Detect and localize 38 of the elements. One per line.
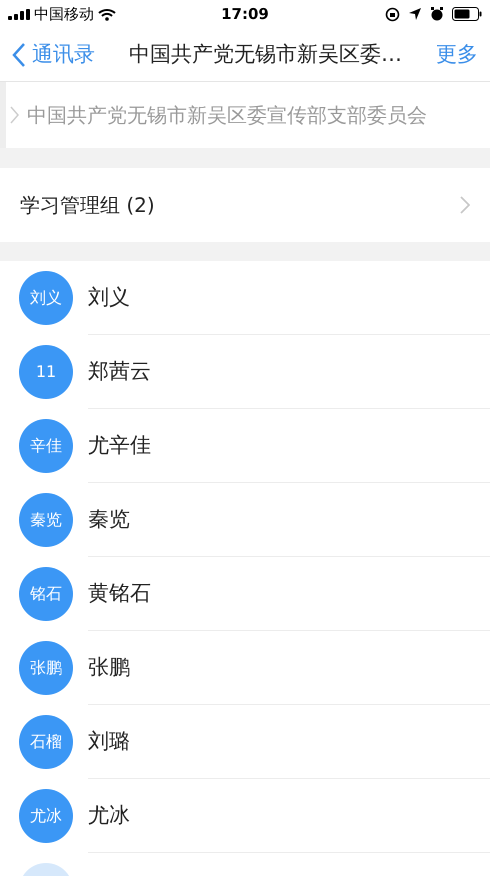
carrier-name: 中国移动 <box>34 4 94 25</box>
contact-name: 刘义 <box>88 284 130 311</box>
contact-avatar: 刘义 <box>19 271 73 325</box>
status-time: 17:09 <box>220 4 270 25</box>
group-label: 学习管理组 (2) <box>20 192 156 219</box>
contact-row[interactable]: 11 郑茜云 <box>0 335 490 409</box>
contact-name: 尤辛佳 <box>88 432 151 459</box>
location-icon <box>408 7 422 21</box>
battery-icon <box>452 7 482 21</box>
contact-avatar: 尤冰 <box>19 789 73 843</box>
contact-avatar: 辛佳 <box>19 419 73 473</box>
breadcrumb-chevron-icon <box>10 106 19 124</box>
contact-name: 张鹏 <box>88 654 130 681</box>
contact-row[interactable]: 石榴 刘璐 <box>0 705 490 779</box>
contact-avatar: 石榴 <box>19 715 73 769</box>
contact-avatar: 张鹏 <box>19 641 73 695</box>
contact-row[interactable]: 张鹏 张鹏 <box>0 631 490 705</box>
contact-avatar: 秦览 <box>19 493 73 547</box>
contact-name: 郑茜云 <box>88 358 151 385</box>
back-chevron-icon <box>12 42 26 68</box>
contact-avatar: 11 <box>19 345 73 399</box>
rotation-lock-icon <box>385 6 400 22</box>
contact-name: 秦览 <box>88 506 130 533</box>
alarm-icon <box>430 7 444 21</box>
chevron-right-icon <box>460 196 470 214</box>
wifi-icon <box>98 8 116 20</box>
contact-row[interactable]: 铭石 黄铭石 <box>0 557 490 631</box>
contact-row[interactable]: 尤冰 尤冰 <box>0 779 490 853</box>
contact-name: 尤冰 <box>88 802 130 829</box>
contact-row[interactable]: 辛佳 尤辛佳 <box>0 409 490 483</box>
signal-icon <box>8 8 30 20</box>
contact-row[interactable]: 秦览 秦览 <box>0 483 490 557</box>
contact-avatar: 铭石 <box>19 567 73 621</box>
contact-name: 刘璐 <box>88 728 130 755</box>
contact-name: 黄铭石 <box>88 580 151 607</box>
group-row[interactable]: 学习管理组 (2) <box>0 168 490 242</box>
page-title: 中国共产党无锡市新吴区委… <box>128 40 403 68</box>
contact-row[interactable]: 刘义 刘义 <box>0 261 490 335</box>
